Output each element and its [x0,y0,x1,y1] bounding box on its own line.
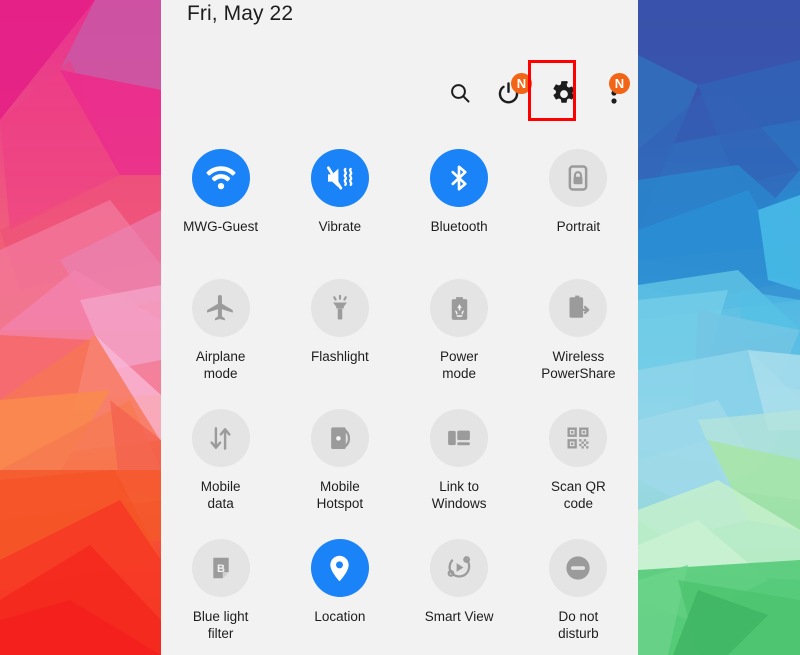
screen-rotation-lock-icon [549,149,608,207]
gear-icon [551,80,577,106]
qr-code-icon [549,409,608,467]
settings-button[interactable] [541,70,587,116]
search-button[interactable] [437,70,483,116]
wifi-icon [191,149,250,207]
tile-portrait[interactable]: Portrait [519,140,638,270]
tile-vibrate[interactable]: Vibrate [280,140,399,270]
date-label: Fri, May 22 [187,2,294,25]
tile-label: Scan QR code [550,479,606,511]
tile-wireless-powershare[interactable]: Wireless PowerShare [519,270,638,400]
tile-label: Blue light filter [192,609,249,641]
vibrate-icon [310,149,369,207]
blue-light-filter-icon: B [191,539,250,597]
tile-power-mode[interactable]: Power mode [400,270,519,400]
link-to-windows-icon [430,409,489,467]
tile-flashlight[interactable]: Flashlight [280,270,399,400]
phone-screenshot: Fri, May 22 N N MWG-Guest Vibrate Blueto… [0,0,800,655]
tile-label: Airplane mode [195,349,246,381]
search-icon [448,81,472,105]
quick-panel-toolbar: N N [161,60,638,126]
mobile-data-arrows-icon [191,409,250,467]
tile-mobile-hotspot[interactable]: Mobile Hotspot [280,400,399,530]
tile-label: Vibrate [318,219,362,234]
wireless-powershare-icon [549,279,608,337]
smart-view-icon [430,539,489,597]
svg-text:B: B [217,563,225,575]
tile-link-to-windows[interactable]: Link to Windows [400,400,519,530]
location-pin-icon [310,539,369,597]
tile-label: Smart View [424,609,494,624]
more-options-notification-badge: N [609,73,630,94]
tile-label: Bluetooth [430,219,488,234]
tile-label: Mobile Hotspot [316,479,364,511]
tile-mobile-data[interactable]: Mobile data [161,400,280,530]
tile-label: Link to Windows [431,479,487,511]
power-notification-badge: N [511,73,532,94]
tile-do-not-disturb[interactable]: Do not disturb [519,530,638,655]
power-button[interactable]: N [485,70,532,116]
tile-location[interactable]: Location [280,530,399,655]
tile-bluetooth[interactable]: Bluetooth [400,140,519,270]
tile-label: Wireless PowerShare [541,349,616,381]
tile-label: Power mode [439,349,479,381]
hotspot-icon [310,409,369,467]
tile-smart-view[interactable]: Smart View [400,530,519,655]
tile-scan-qr-code[interactable]: Scan QR code [519,400,638,530]
airplane-icon [191,279,250,337]
do-not-disturb-icon [549,539,608,597]
quick-settings-panel: Fri, May 22 N N MWG-Guest Vibrate Blueto… [161,0,638,655]
tile-blue-light-filter[interactable]: B Blue light filter [161,530,280,655]
wallpaper-right [638,0,800,655]
quick-settings-tile-grid: MWG-Guest Vibrate Bluetooth Portrait Air… [161,140,638,655]
tile-label: Flashlight [310,349,369,364]
flashlight-icon [310,279,369,337]
tile-label: MWG-Guest [183,219,259,234]
tile-airplane-mode[interactable]: Airplane mode [161,270,280,400]
bluetooth-icon [430,149,489,207]
tile-label: Do not disturb [558,609,599,641]
tile-label: Location [314,609,366,624]
power-mode-battery-icon [430,279,489,337]
more-options-button[interactable]: N [591,70,637,116]
wallpaper-left [0,0,161,655]
tile-label: Mobile data [200,479,241,511]
tile-label: Portrait [556,219,601,234]
tile-wifi[interactable]: MWG-Guest [161,140,280,270]
